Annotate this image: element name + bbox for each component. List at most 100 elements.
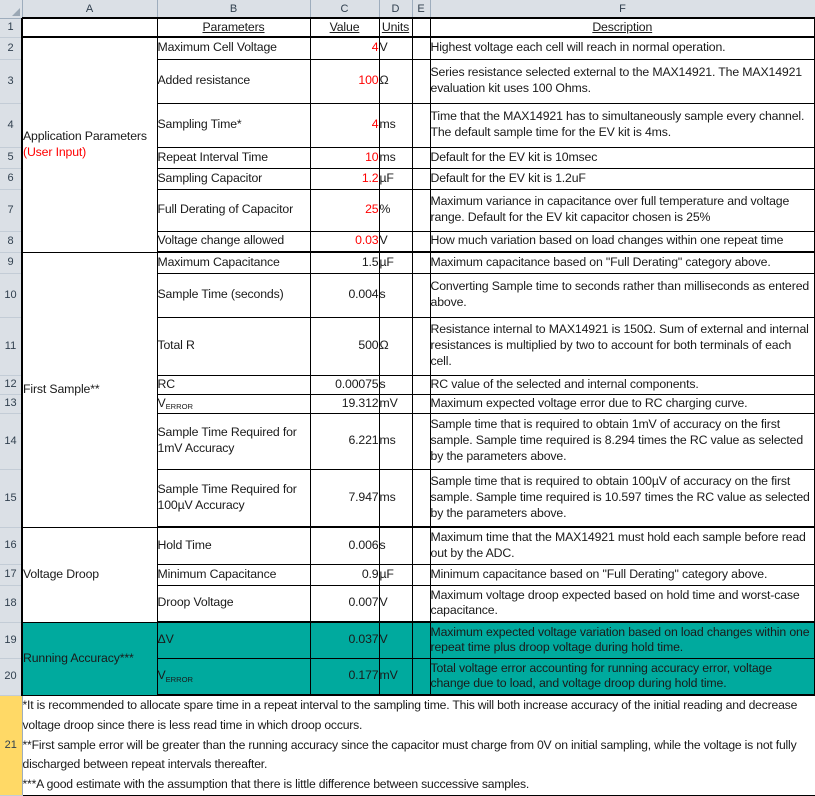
cell-d6[interactable]: µF — [378, 167, 413, 190]
cell-b18[interactable]: Droop Voltage — [156, 584, 311, 623]
cell-a19-running-accuracy[interactable]: Running Accuracy*** — [21, 621, 158, 696]
column-header-b[interactable]: B — [157, 0, 311, 19]
cell-b20[interactable]: VERROR — [156, 657, 311, 696]
cell-e14[interactable] — [411, 412, 431, 470]
cell-c9[interactable]: 1.5 — [309, 251, 380, 274]
cell-b11[interactable]: Total R — [156, 316, 311, 376]
cell-f5[interactable]: Default for the EV kit is 10msec — [429, 146, 815, 169]
cell-d12[interactable]: s — [378, 374, 413, 395]
cell-c3[interactable]: 100 — [309, 58, 380, 104]
cell-f10[interactable]: Converting Sample time to seconds rather… — [429, 272, 815, 318]
cell-d4[interactable]: ms — [378, 102, 413, 148]
cell-b1-parameters-header[interactable]: Parameters — [156, 17, 311, 38]
row-header-8[interactable]: 8 — [0, 231, 23, 253]
cell-d20[interactable]: mV — [378, 657, 413, 696]
cell-b6[interactable]: Sampling Capacitor — [156, 167, 311, 190]
cell-e1[interactable] — [411, 17, 431, 38]
cell-c1-value-header[interactable]: Value — [309, 17, 380, 38]
cell-c16[interactable]: 0.006 — [309, 526, 380, 565]
row-header-5[interactable]: 5 — [0, 147, 23, 169]
row-header-3[interactable]: 3 — [0, 59, 23, 104]
cell-b14[interactable]: Sample Time Required for 1mV Accuracy — [156, 412, 311, 470]
cell-e20[interactable] — [411, 657, 431, 696]
cell-e11[interactable] — [411, 316, 431, 376]
cell-c20[interactable]: 0.177 — [309, 657, 380, 696]
cell-b13[interactable]: VERROR — [156, 393, 311, 414]
cell-f18[interactable]: Maximum voltage droop expected based on … — [429, 584, 815, 623]
row-header-21[interactable]: 21 — [0, 695, 23, 796]
cell-a9-first-sample[interactable]: First Sample** — [21, 251, 158, 528]
cell-a16-voltage-droop[interactable]: Voltage Droop — [21, 526, 158, 623]
cell-e7[interactable] — [411, 188, 431, 232]
cell-c17[interactable]: 0.9 — [309, 563, 380, 586]
cell-d13[interactable]: mV — [378, 393, 413, 414]
row-header-16[interactable]: 16 — [0, 527, 23, 565]
cell-f4[interactable]: Time that the MAX14921 has to simultaneo… — [429, 102, 815, 148]
cell-e8[interactable] — [411, 230, 431, 253]
column-header-c[interactable]: C — [310, 0, 380, 19]
cell-b8[interactable]: Voltage change allowed — [156, 230, 311, 253]
cell-f17[interactable]: Minimum capacitance based on "Full Derat… — [429, 563, 815, 586]
row-header-9[interactable]: 9 — [0, 252, 23, 274]
cell-d5[interactable]: ms — [378, 146, 413, 169]
cell-d3[interactable]: Ω — [378, 58, 413, 104]
cell-e13[interactable] — [411, 393, 431, 414]
cell-f8[interactable]: How much variation based on load changes… — [429, 230, 815, 253]
cell-c15[interactable]: 7.947 — [309, 468, 380, 528]
cell-c12[interactable]: 0.00075 — [309, 374, 380, 395]
cell-e16[interactable] — [411, 526, 431, 565]
cell-f19[interactable]: Maximum expected voltage variation based… — [429, 621, 815, 659]
cell-b3[interactable]: Added resistance — [156, 58, 311, 104]
column-header-d[interactable]: D — [379, 0, 413, 19]
cell-c8[interactable]: 0.03 — [309, 230, 380, 253]
cell-b2[interactable]: Maximum Cell Voltage — [156, 36, 311, 60]
cell-d18[interactable]: V — [378, 584, 413, 623]
cell-e9[interactable] — [411, 251, 431, 274]
cell-b5[interactable]: Repeat Interval Time — [156, 146, 311, 169]
cell-c2[interactable]: 4 — [309, 36, 380, 60]
cell-f6[interactable]: Default for the EV kit is 1.2uF — [429, 167, 815, 190]
column-header-e[interactable]: E — [412, 0, 431, 19]
row-header-1[interactable]: 1 — [0, 18, 23, 38]
row-header-20[interactable]: 20 — [0, 658, 23, 696]
cell-c11[interactable]: 500 — [309, 316, 380, 376]
cell-c4[interactable]: 4 — [309, 102, 380, 148]
row-header-15[interactable]: 15 — [0, 469, 23, 528]
cell-d10[interactable]: s — [378, 272, 413, 318]
row-header-19[interactable]: 19 — [0, 622, 23, 659]
cell-d16[interactable]: s — [378, 526, 413, 565]
cell-f13[interactable]: Maximum expected voltage error due to RC… — [429, 393, 815, 414]
cell-f14[interactable]: Sample time that is required to obtain 1… — [429, 412, 815, 470]
cell-c6[interactable]: 1.2 — [309, 167, 380, 190]
cell-d9[interactable]: µF — [378, 251, 413, 274]
cell-f15[interactable]: Sample time that is required to obtain 1… — [429, 468, 815, 528]
cell-a1[interactable] — [21, 17, 158, 38]
column-header-a[interactable]: A — [22, 0, 158, 19]
cell-c7[interactable]: 25 — [309, 188, 380, 232]
cell-b15[interactable]: Sample Time Required for 100µV Accuracy — [156, 468, 311, 528]
row-header-13[interactable]: 13 — [0, 394, 23, 414]
cell-b4[interactable]: Sampling Time* — [156, 102, 311, 148]
row-header-7[interactable]: 7 — [0, 189, 23, 232]
row-header-14[interactable]: 14 — [0, 413, 23, 470]
row-header-17[interactable]: 17 — [0, 564, 23, 586]
cell-e10[interactable] — [411, 272, 431, 318]
row-header-10[interactable]: 10 — [0, 273, 23, 318]
cell-b10[interactable]: Sample Time (seconds) — [156, 272, 311, 318]
cell-b16[interactable]: Hold Time — [156, 526, 311, 565]
cell-c5[interactable]: 10 — [309, 146, 380, 169]
cell-e15[interactable] — [411, 468, 431, 528]
row-header-6[interactable]: 6 — [0, 168, 23, 190]
cell-c13[interactable]: 19.312 — [309, 393, 380, 414]
cell-f3[interactable]: Series resistance selected external to t… — [429, 58, 815, 104]
cell-a2-application-parameters[interactable]: Application Parameters (User Input) — [21, 36, 158, 253]
cell-e19[interactable] — [411, 621, 431, 659]
cell-e5[interactable] — [411, 146, 431, 169]
cell-b19[interactable]: ΔV — [156, 621, 311, 659]
cell-d15[interactable]: ms — [378, 468, 413, 528]
column-header-f[interactable]: F — [430, 0, 815, 19]
cell-e3[interactable] — [411, 58, 431, 104]
cell-e4[interactable] — [411, 102, 431, 148]
cell-d2[interactable]: V — [378, 36, 413, 60]
cell-d17[interactable]: µF — [378, 563, 413, 586]
